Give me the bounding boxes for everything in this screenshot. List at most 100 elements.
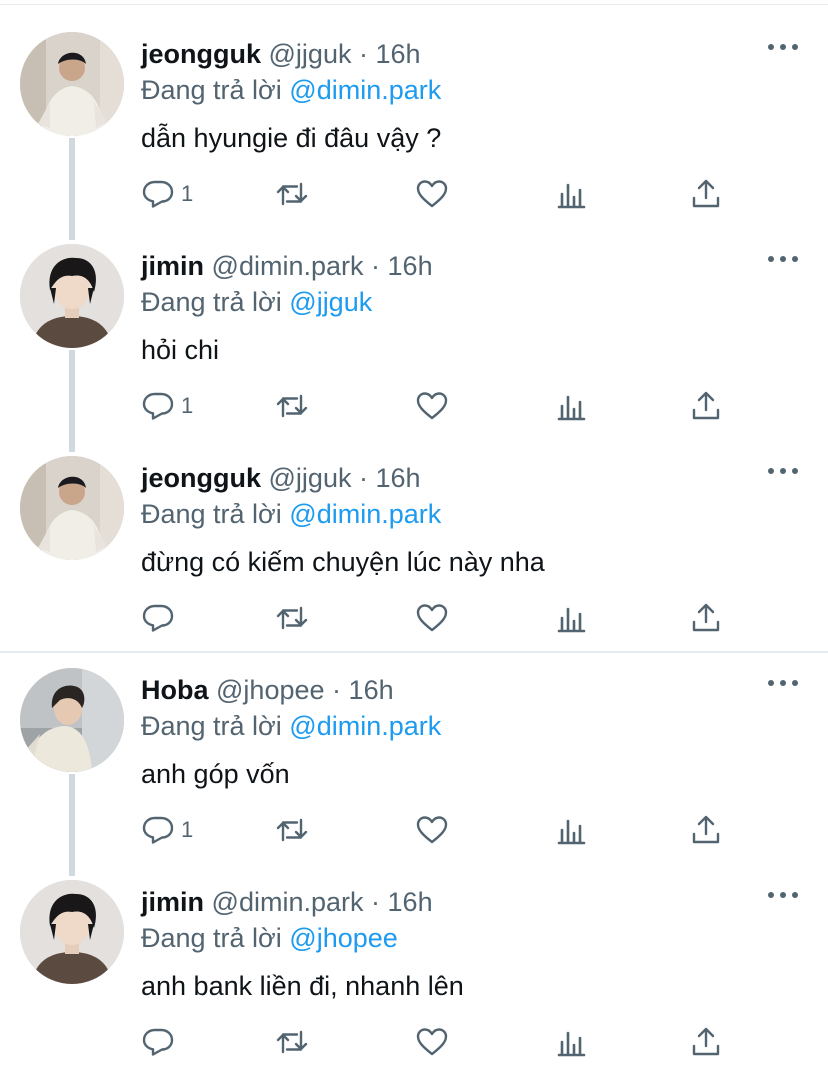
more-options-button[interactable] [768,678,798,688]
like-button[interactable] [415,174,449,214]
user-handle[interactable]: @dimin.park [212,887,364,917]
avatar[interactable] [20,668,124,772]
avatar-photo-jimin [20,244,124,348]
tweet-header: Hoba @jhopee · 16h [141,672,394,708]
reply-button[interactable]: 1 [141,174,193,214]
reply-button[interactable]: 1 [141,386,193,426]
retweet-button[interactable] [275,174,309,214]
more-options-button[interactable] [768,890,798,900]
user-handle[interactable]: @dimin.park [212,251,364,281]
replying-to: Đang trả lời @dimin.park [141,708,441,744]
user-handle[interactable]: @jjguk [269,39,352,69]
more-icon [768,468,774,474]
tweet-text: dẫn hyungie đi đâu vậy ? [141,123,442,153]
views-icon [557,607,586,633]
tweet[interactable]: Hoba @jhopee · 16h Đang trả lời @dimin.p… [0,640,828,852]
timestamp[interactable]: 16h [376,39,421,69]
share-button[interactable] [689,810,723,850]
reply-thread: jeongguk @jjguk · 16h Đang trả lời @dimi… [0,0,828,1066]
views-icon [557,819,586,845]
reply-mention-link[interactable]: @jjguk [289,287,372,317]
like-button[interactable] [415,386,449,426]
replying-to: Đang trả lời @jjguk [141,284,372,320]
separator-dot: · [371,251,381,281]
tweet[interactable]: jimin @dimin.park · 16h Đang trả lời @jh… [0,852,828,1064]
share-icon [692,1027,720,1056]
reply-mention-link[interactable]: @dimin.park [289,75,441,105]
tweet-actions [141,598,741,638]
tweet[interactable]: jimin @dimin.park · 16h Đang trả lời @jj… [0,216,828,428]
like-icon [416,180,448,208]
retweet-icon [276,1030,308,1054]
share-button[interactable] [689,598,723,638]
reply-button[interactable]: 1 [141,810,193,850]
replying-to-label: Đang trả lời [141,923,282,953]
timestamp[interactable]: 16h [376,463,421,493]
avatar[interactable] [20,244,124,348]
views-icon [557,183,586,209]
replying-to: Đang trả lời @jhopee [141,920,398,956]
tweet-actions: 1 [141,386,741,426]
timestamp[interactable]: 16h [349,675,394,705]
views-button[interactable] [555,598,589,638]
replying-to: Đang trả lời @dimin.park [141,72,441,108]
views-button[interactable] [555,386,589,426]
reply-icon [142,392,174,420]
views-button[interactable] [555,174,589,214]
retweet-button[interactable] [275,810,309,850]
reply-button[interactable] [141,598,181,638]
reply-count: 1 [181,817,194,842]
reply-mention-link[interactable]: @dimin.park [289,499,441,529]
separator-dot: · [332,675,342,705]
reply-mention-link[interactable]: @jhopee [289,923,398,953]
timestamp[interactable]: 16h [388,887,433,917]
more-icon [768,680,774,686]
avatar[interactable] [20,880,124,984]
more-options-button[interactable] [768,42,798,52]
reply-count: 1 [181,181,194,206]
timestamp[interactable]: 16h [388,251,433,281]
tweet-header: jeongguk @jjguk · 16h [141,36,421,72]
more-options-button[interactable] [768,466,798,476]
avatar[interactable] [20,456,124,560]
user-handle[interactable]: @jhopee [216,675,325,705]
views-button[interactable] [555,1022,589,1062]
display-name[interactable]: jeongguk [141,39,261,69]
display-name[interactable]: Hoba [141,675,209,705]
like-button[interactable] [415,1022,449,1062]
avatar-photo-jimin [20,880,124,984]
share-button[interactable] [689,174,723,214]
display-name[interactable]: jimin [141,887,204,917]
tweet-text: đừng có kiếm chuyện lúc này nha [141,547,545,577]
user-handle[interactable]: @jjguk [269,463,352,493]
like-button[interactable] [415,810,449,850]
tweet-actions [141,1022,741,1062]
retweet-icon [276,394,308,418]
retweet-button[interactable] [275,598,309,638]
display-name[interactable]: jimin [141,251,204,281]
avatar-photo-hoba [20,668,124,772]
share-button[interactable] [689,386,723,426]
replying-to: Đang trả lời @dimin.park [141,496,441,532]
tweet-text: anh góp vốn [141,759,290,789]
tweet[interactable]: jeongguk @jjguk · 16h Đang trả lời @dimi… [0,428,828,640]
share-icon [692,391,720,420]
retweet-button[interactable] [275,386,309,426]
like-icon [416,816,448,844]
reply-button[interactable] [141,1022,181,1062]
more-options-button[interactable] [768,254,798,264]
display-name[interactable]: jeongguk [141,463,261,493]
reply-mention-link[interactable]: @dimin.park [289,711,441,741]
like-button[interactable] [415,598,449,638]
avatar-photo-jeongguk [20,456,124,560]
views-icon [557,1031,586,1057]
tweet[interactable]: jeongguk @jjguk · 16h Đang trả lời @dimi… [0,4,828,216]
tweet-actions: 1 [141,810,741,850]
views-button[interactable] [555,810,589,850]
avatar[interactable] [20,32,124,136]
share-icon [692,179,720,208]
reply-icon [142,180,174,208]
replying-to-label: Đang trả lời [141,499,282,529]
share-button[interactable] [689,1022,723,1062]
retweet-button[interactable] [275,1022,309,1062]
